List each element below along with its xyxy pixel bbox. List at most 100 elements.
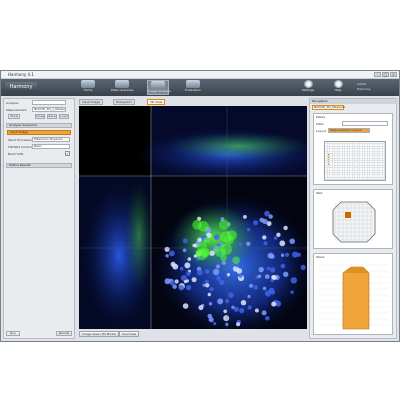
measurement-field[interactable]: NUCLEI_3D_s_Measure [32, 107, 66, 112]
nucleus [217, 298, 224, 305]
gfp-cell [220, 243, 232, 256]
maximize-button[interactable]: □ [382, 72, 389, 77]
plate-overview-button[interactable]: Plate Overview [111, 80, 134, 95]
nucleus [164, 246, 170, 252]
nucleus [204, 269, 210, 274]
nucleus [207, 292, 211, 297]
step-flatfield-value[interactable]: Basic [32, 144, 70, 149]
nucleus [280, 253, 285, 257]
stack-card-title: Stack [316, 255, 325, 259]
step-stack-processing-value[interactable]: Maximum Projectio [32, 137, 70, 142]
gfp-cell [198, 220, 209, 232]
gfp-cell [224, 235, 234, 245]
nucleus [183, 280, 187, 284]
step-stack-processing-label[interactable]: Stack Processing [8, 138, 33, 142]
plate-map[interactable] [324, 141, 386, 181]
close-button[interactable]: × [390, 72, 397, 77]
well-map[interactable] [315, 196, 393, 246]
settings-button[interactable]: Settings [297, 80, 319, 95]
image-analysis-button[interactable]: Image Analysis [147, 80, 171, 95]
tab-input-image[interactable]: Input Image [79, 99, 104, 105]
help-button[interactable]: Help [327, 80, 349, 95]
measurement-label: Measurement [6, 108, 27, 112]
selected-field [345, 212, 351, 218]
evaluation-label: Evaluation [185, 88, 201, 92]
navigation-tab[interactable]: NUCLEI_3D_Measure [312, 105, 345, 110]
plate-overview-label: Plate Overview [111, 88, 134, 92]
well-card: Well [313, 189, 393, 249]
evaluation-icon [186, 80, 200, 88]
minimize-button[interactable]: – [374, 72, 381, 77]
run-button[interactable]: Run [6, 331, 20, 336]
nucleus [238, 242, 243, 247]
nucleus [208, 302, 213, 306]
nucleus [191, 277, 197, 283]
step-input-image[interactable]: Input Image [7, 130, 71, 135]
save-button[interactable]: Save [47, 114, 57, 119]
microscopy-image[interactable] [79, 106, 307, 329]
nucleus [268, 214, 273, 219]
show-button[interactable]: Show [8, 114, 20, 119]
nucleus [196, 269, 203, 276]
nucleus [253, 285, 258, 290]
nucleus [265, 316, 270, 321]
load-button[interactable]: Load [59, 114, 69, 119]
nucleus [271, 301, 277, 307]
nucleus [247, 305, 252, 310]
nucleus [182, 238, 188, 244]
image-viewer[interactable] [79, 106, 307, 329]
nucleus [300, 264, 306, 270]
nucleus [225, 299, 230, 304]
nucleus [271, 275, 276, 280]
analysis-field[interactable] [32, 100, 66, 105]
harmony-logo: Harmony [5, 82, 37, 92]
nucleus [223, 315, 230, 322]
app-status: Harmony [357, 87, 371, 91]
image-view-3d-button[interactable]: Image View (3D Mode) [79, 331, 120, 337]
gfp-cell [218, 219, 230, 230]
nucleus [231, 305, 235, 309]
nucleus [170, 261, 176, 267]
nucleus [184, 262, 191, 269]
nucleus [225, 322, 229, 326]
help-icon [333, 80, 343, 88]
overview-button[interactable]: Overview [119, 331, 140, 337]
evaluation-button[interactable]: Evaluation [182, 80, 204, 95]
build-tuffs-checkbox[interactable]: ✓ [65, 151, 70, 156]
nucleus [261, 310, 267, 316]
well-cell[interactable] [382, 177, 385, 180]
nucleus [289, 238, 295, 245]
close-analysis-button[interactable]: Close [35, 114, 45, 119]
nucleus [186, 271, 191, 276]
nucleus [285, 252, 290, 257]
home-label: Home [83, 88, 93, 92]
nucleus [212, 268, 220, 276]
nucleus [174, 279, 179, 284]
nucleus [207, 313, 213, 319]
nucleus [213, 234, 220, 240]
navigation-panel: Navigation NUCLEI_3D_Measure Plates Plat… [309, 98, 398, 339]
analysis-sequence-header[interactable]: Analysis Sequence [6, 123, 72, 128]
nucleus [226, 273, 231, 277]
tab-3d-view[interactable]: 3D View [147, 99, 166, 105]
nucleus [257, 274, 262, 279]
analysis-panel: Analysis Measurement NUCLEI_3D_s_Measure… [3, 98, 75, 339]
stack-view[interactable] [315, 261, 393, 333]
layout-label: Layout [316, 129, 327, 133]
gfp-cell [196, 249, 208, 261]
home-button[interactable]: Home [77, 80, 99, 95]
plate-field[interactable] [342, 121, 388, 126]
nucleus [223, 309, 227, 314]
nucleus [279, 240, 286, 247]
nucleus [270, 267, 276, 273]
nucleus [246, 227, 251, 232]
nucleus [262, 218, 268, 225]
tab-histogram[interactable]: Histogram [113, 99, 135, 105]
nucleus [258, 266, 264, 273]
define-results-header[interactable]: Define Results [6, 163, 72, 168]
nucleus [192, 243, 196, 248]
image-analysis-icon [151, 81, 165, 89]
step-build-tuffs-label[interactable]: Build Tuffs [8, 152, 23, 156]
results-button[interactable]: Results [56, 331, 72, 336]
layout-select[interactable]: Measurement Layout [328, 128, 370, 133]
